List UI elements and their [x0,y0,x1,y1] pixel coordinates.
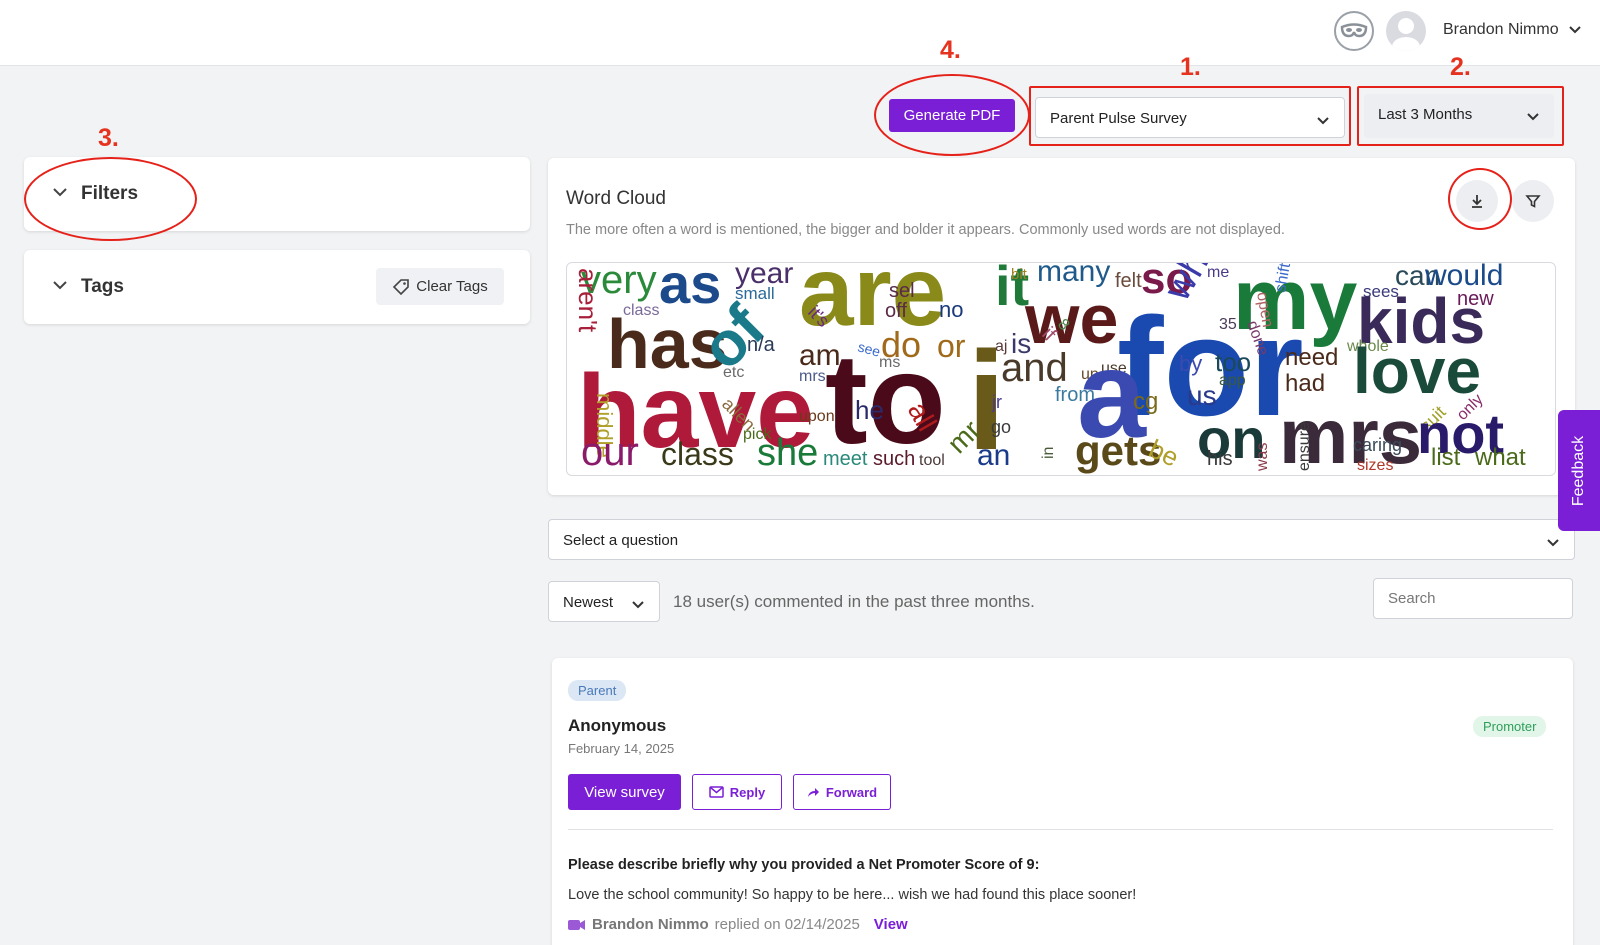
clear-tags-button[interactable]: Clear Tags [376,268,504,305]
view-survey-button[interactable]: View survey [568,774,681,810]
reply-button[interactable]: Reply [692,774,782,810]
reply-label: Reply [729,784,766,800]
chevron-down-icon [1546,535,1560,552]
word-cloud-word: list [1431,444,1461,471]
feedback-label: Feedback [1570,435,1588,506]
top-bar: Brandon Nimmo [0,0,1600,66]
word-cloud-title: Word Cloud [566,188,666,209]
word-cloud-card: Word Cloud The more often a word is ment… [548,158,1575,495]
word-cloud-word: she [757,432,818,474]
question-select[interactable]: Select a question [548,519,1575,560]
forward-button[interactable]: Forward [793,774,891,810]
incognito-mask-icon[interactable] [1334,11,1374,51]
word-cloud-word: off [885,300,907,322]
word-cloud-word: an [977,439,1010,472]
word-cloud-word: class [661,436,734,472]
annotation-2: 2. [1450,53,1471,81]
comment-count-text: 18 user(s) commented in the past three m… [673,592,1035,611]
annotation-4: 4. [940,36,961,64]
annotation-1: 1. [1180,53,1201,81]
nps-category-badge: Promoter [1473,716,1547,737]
chevron-down-icon[interactable] [52,278,68,296]
word-cloud-word: need [1285,344,1338,371]
divider [568,829,1553,830]
word-cloud-word: ensure [1296,422,1313,471]
word-cloud-word: 35 [1219,316,1237,333]
sort-select-value: Newest [563,594,614,611]
word-cloud-word: n/a [747,334,776,356]
word-cloud-word: jr [991,392,1002,412]
search-input[interactable] [1373,578,1573,619]
annotation-box-survey [1029,86,1351,146]
annotation-box-period [1357,86,1564,146]
reply-author: Brandon Nimmo [592,916,709,933]
word-cloud-word: cg [1133,388,1158,415]
question-select-value: Select a question [563,532,679,549]
role-badge: Parent [568,680,627,701]
word-cloud-word: caring [1353,435,1402,455]
reply-text: replied on 02/14/2025 [714,916,860,933]
word-cloud-word: app [1219,372,1246,389]
chevron-down-icon[interactable] [1568,22,1582,40]
word-cloud-word: meet [823,448,868,470]
forward-arrow-icon [807,787,819,797]
survey-question: Please describe briefly why you provided… [568,857,1040,873]
clear-tags-label: Clear Tags [416,278,488,295]
word-cloud-word: in [1040,447,1057,459]
word-cloud-image: very as year are it many felt so me my can would are… [566,262,1556,476]
video-camera-icon [568,919,585,930]
word-cloud-word: upon [799,408,835,425]
sort-select[interactable]: Newest [548,581,660,622]
reply-view-link[interactable]: View [874,916,908,933]
annotation-circle-generate-pdf [874,74,1030,156]
annotation-circle-download [1448,168,1512,230]
annotation-3: 3. [98,124,119,152]
commenter-name: Anonymous [568,716,667,735]
word-cloud-word: such [873,448,915,470]
word-cloud-word: aren't [573,268,603,333]
tags-title[interactable]: Tags [81,276,124,298]
word-cloud-word: sel [889,280,915,302]
word-cloud-word: etc [723,364,744,381]
filter-icon[interactable] [1512,180,1554,222]
tag-icon [393,278,410,295]
word-cloud-word: was [1254,443,1271,472]
feedback-tab[interactable]: Feedback [1558,410,1600,531]
chevron-down-icon [631,597,645,614]
word-cloud-word: what [1474,444,1526,471]
word-cloud-word: small [735,284,775,303]
word-cloud-word: tool [919,452,945,469]
forward-label: Forward [825,784,878,800]
comment-date: February 14, 2025 [568,741,675,756]
word-cloud-word: our [581,430,639,474]
reply-info: Brandon Nimmo replied on 02/14/2025 View [568,916,908,933]
word-cloud: very as year are it many felt so me my canwouldare… [573,263,1526,475]
word-cloud-description: The more often a word is mentioned, the … [566,222,1285,238]
tags-panel[interactable]: Tags Clear Tags [24,250,530,324]
user-name[interactable]: Brandon Nimmo [1443,21,1559,39]
word-cloud-word: go [991,417,1011,437]
annotation-circle-filters [24,157,197,241]
word-cloud-word: sizes [1357,457,1393,474]
user-avatar[interactable] [1386,11,1426,51]
envelope-icon [709,786,724,798]
word-cloud-word: he [855,395,884,425]
word-cloud-word: no [939,297,963,322]
word-cloud-word: by [1179,351,1202,376]
comment-card: Parent Anonymous February 14, 2025 Promo… [552,658,1573,945]
word-cloud-word: his [1207,448,1233,470]
survey-answer: Love the school community! So happy to b… [568,887,1137,903]
